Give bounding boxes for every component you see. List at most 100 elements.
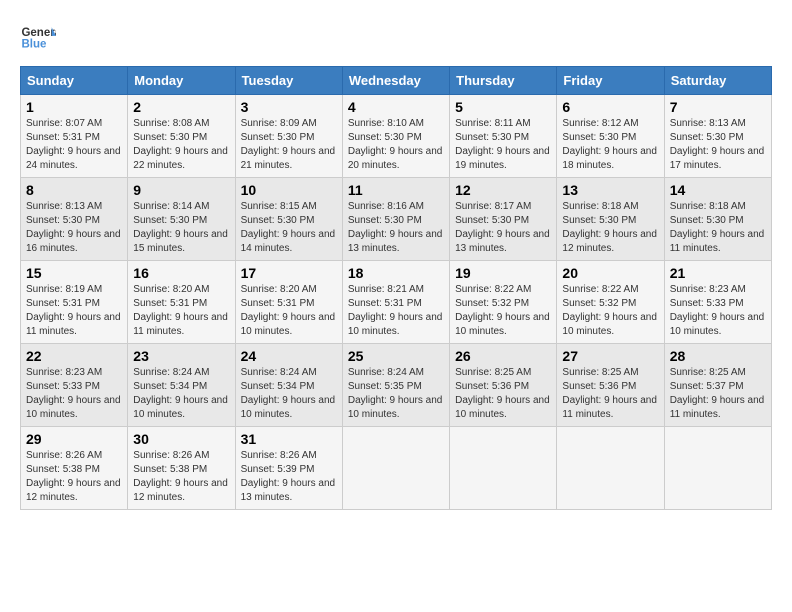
calendar-cell: 9 Sunrise: 8:14 AMSunset: 5:30 PMDayligh… bbox=[128, 178, 235, 261]
calendar-cell: 18 Sunrise: 8:21 AMSunset: 5:31 PMDaylig… bbox=[342, 261, 449, 344]
calendar-cell: 27 Sunrise: 8:25 AMSunset: 5:36 PMDaylig… bbox=[557, 344, 664, 427]
calendar-cell: 31 Sunrise: 8:26 AMSunset: 5:39 PMDaylig… bbox=[235, 427, 342, 510]
week-row-1: 8 Sunrise: 8:13 AMSunset: 5:30 PMDayligh… bbox=[21, 178, 772, 261]
week-row-2: 15 Sunrise: 8:19 AMSunset: 5:31 PMDaylig… bbox=[21, 261, 772, 344]
day-number: 5 bbox=[455, 99, 551, 115]
day-number: 30 bbox=[133, 431, 229, 447]
day-info: Sunrise: 8:07 AMSunset: 5:31 PMDaylight:… bbox=[26, 118, 121, 171]
day-info: Sunrise: 8:18 AMSunset: 5:30 PMDaylight:… bbox=[670, 201, 765, 254]
page-header: General Blue bbox=[20, 20, 772, 56]
weekday-header-monday: Monday bbox=[128, 67, 235, 95]
day-number: 21 bbox=[670, 265, 766, 281]
day-info: Sunrise: 8:25 AMSunset: 5:36 PMDaylight:… bbox=[562, 367, 657, 420]
calendar-cell: 25 Sunrise: 8:24 AMSunset: 5:35 PMDaylig… bbox=[342, 344, 449, 427]
day-number: 16 bbox=[133, 265, 229, 281]
calendar-cell: 28 Sunrise: 8:25 AMSunset: 5:37 PMDaylig… bbox=[664, 344, 771, 427]
day-info: Sunrise: 8:23 AMSunset: 5:33 PMDaylight:… bbox=[26, 367, 121, 420]
calendar-cell: 12 Sunrise: 8:17 AMSunset: 5:30 PMDaylig… bbox=[450, 178, 557, 261]
calendar-cell: 10 Sunrise: 8:15 AMSunset: 5:30 PMDaylig… bbox=[235, 178, 342, 261]
day-info: Sunrise: 8:22 AMSunset: 5:32 PMDaylight:… bbox=[455, 284, 550, 337]
day-info: Sunrise: 8:21 AMSunset: 5:31 PMDaylight:… bbox=[348, 284, 443, 337]
weekday-header-sunday: Sunday bbox=[21, 67, 128, 95]
day-number: 2 bbox=[133, 99, 229, 115]
week-row-3: 22 Sunrise: 8:23 AMSunset: 5:33 PMDaylig… bbox=[21, 344, 772, 427]
calendar-cell: 16 Sunrise: 8:20 AMSunset: 5:31 PMDaylig… bbox=[128, 261, 235, 344]
day-info: Sunrise: 8:14 AMSunset: 5:30 PMDaylight:… bbox=[133, 201, 228, 254]
weekday-header-thursday: Thursday bbox=[450, 67, 557, 95]
day-info: Sunrise: 8:08 AMSunset: 5:30 PMDaylight:… bbox=[133, 118, 228, 171]
day-number: 15 bbox=[26, 265, 122, 281]
day-info: Sunrise: 8:20 AMSunset: 5:31 PMDaylight:… bbox=[241, 284, 336, 337]
weekday-header-saturday: Saturday bbox=[664, 67, 771, 95]
calendar-cell: 3 Sunrise: 8:09 AMSunset: 5:30 PMDayligh… bbox=[235, 95, 342, 178]
calendar-cell: 8 Sunrise: 8:13 AMSunset: 5:30 PMDayligh… bbox=[21, 178, 128, 261]
day-info: Sunrise: 8:17 AMSunset: 5:30 PMDaylight:… bbox=[455, 201, 550, 254]
calendar-cell: 21 Sunrise: 8:23 AMSunset: 5:33 PMDaylig… bbox=[664, 261, 771, 344]
day-info: Sunrise: 8:11 AMSunset: 5:30 PMDaylight:… bbox=[455, 118, 550, 171]
day-info: Sunrise: 8:19 AMSunset: 5:31 PMDaylight:… bbox=[26, 284, 121, 337]
day-number: 18 bbox=[348, 265, 444, 281]
calendar-cell: 20 Sunrise: 8:22 AMSunset: 5:32 PMDaylig… bbox=[557, 261, 664, 344]
calendar-cell: 15 Sunrise: 8:19 AMSunset: 5:31 PMDaylig… bbox=[21, 261, 128, 344]
day-info: Sunrise: 8:24 AMSunset: 5:34 PMDaylight:… bbox=[133, 367, 228, 420]
day-number: 25 bbox=[348, 348, 444, 364]
calendar-cell: 7 Sunrise: 8:13 AMSunset: 5:30 PMDayligh… bbox=[664, 95, 771, 178]
weekday-header-wednesday: Wednesday bbox=[342, 67, 449, 95]
day-info: Sunrise: 8:22 AMSunset: 5:32 PMDaylight:… bbox=[562, 284, 657, 337]
day-number: 28 bbox=[670, 348, 766, 364]
day-number: 1 bbox=[26, 99, 122, 115]
day-number: 11 bbox=[348, 182, 444, 198]
day-number: 31 bbox=[241, 431, 337, 447]
day-info: Sunrise: 8:24 AMSunset: 5:35 PMDaylight:… bbox=[348, 367, 443, 420]
calendar-cell bbox=[557, 427, 664, 510]
day-number: 7 bbox=[670, 99, 766, 115]
day-number: 19 bbox=[455, 265, 551, 281]
day-info: Sunrise: 8:26 AMSunset: 5:38 PMDaylight:… bbox=[26, 450, 121, 503]
calendar-cell: 2 Sunrise: 8:08 AMSunset: 5:30 PMDayligh… bbox=[128, 95, 235, 178]
calendar-cell: 13 Sunrise: 8:18 AMSunset: 5:30 PMDaylig… bbox=[557, 178, 664, 261]
day-info: Sunrise: 8:12 AMSunset: 5:30 PMDaylight:… bbox=[562, 118, 657, 171]
calendar-cell: 5 Sunrise: 8:11 AMSunset: 5:30 PMDayligh… bbox=[450, 95, 557, 178]
logo-icon: General Blue bbox=[20, 20, 56, 56]
calendar-cell: 22 Sunrise: 8:23 AMSunset: 5:33 PMDaylig… bbox=[21, 344, 128, 427]
day-info: Sunrise: 8:25 AMSunset: 5:36 PMDaylight:… bbox=[455, 367, 550, 420]
day-info: Sunrise: 8:13 AMSunset: 5:30 PMDaylight:… bbox=[670, 118, 765, 171]
week-row-4: 29 Sunrise: 8:26 AMSunset: 5:38 PMDaylig… bbox=[21, 427, 772, 510]
calendar-cell: 29 Sunrise: 8:26 AMSunset: 5:38 PMDaylig… bbox=[21, 427, 128, 510]
day-number: 3 bbox=[241, 99, 337, 115]
day-info: Sunrise: 8:13 AMSunset: 5:30 PMDaylight:… bbox=[26, 201, 121, 254]
day-info: Sunrise: 8:23 AMSunset: 5:33 PMDaylight:… bbox=[670, 284, 765, 337]
calendar-cell: 24 Sunrise: 8:24 AMSunset: 5:34 PMDaylig… bbox=[235, 344, 342, 427]
day-info: Sunrise: 8:26 AMSunset: 5:38 PMDaylight:… bbox=[133, 450, 228, 503]
day-number: 20 bbox=[562, 265, 658, 281]
calendar-cell: 23 Sunrise: 8:24 AMSunset: 5:34 PMDaylig… bbox=[128, 344, 235, 427]
day-number: 26 bbox=[455, 348, 551, 364]
day-number: 12 bbox=[455, 182, 551, 198]
calendar-table: SundayMondayTuesdayWednesdayThursdayFrid… bbox=[20, 66, 772, 510]
day-number: 13 bbox=[562, 182, 658, 198]
day-number: 24 bbox=[241, 348, 337, 364]
calendar-cell: 19 Sunrise: 8:22 AMSunset: 5:32 PMDaylig… bbox=[450, 261, 557, 344]
day-number: 8 bbox=[26, 182, 122, 198]
logo: General Blue bbox=[20, 20, 56, 56]
svg-text:General: General bbox=[21, 27, 56, 39]
calendar-cell: 17 Sunrise: 8:20 AMSunset: 5:31 PMDaylig… bbox=[235, 261, 342, 344]
day-number: 17 bbox=[241, 265, 337, 281]
day-number: 29 bbox=[26, 431, 122, 447]
day-number: 9 bbox=[133, 182, 229, 198]
day-info: Sunrise: 8:16 AMSunset: 5:30 PMDaylight:… bbox=[348, 201, 443, 254]
calendar-cell: 14 Sunrise: 8:18 AMSunset: 5:30 PMDaylig… bbox=[664, 178, 771, 261]
day-info: Sunrise: 8:25 AMSunset: 5:37 PMDaylight:… bbox=[670, 367, 765, 420]
day-number: 27 bbox=[562, 348, 658, 364]
calendar-cell: 1 Sunrise: 8:07 AMSunset: 5:31 PMDayligh… bbox=[21, 95, 128, 178]
day-number: 10 bbox=[241, 182, 337, 198]
day-info: Sunrise: 8:20 AMSunset: 5:31 PMDaylight:… bbox=[133, 284, 228, 337]
day-info: Sunrise: 8:24 AMSunset: 5:34 PMDaylight:… bbox=[241, 367, 336, 420]
day-info: Sunrise: 8:15 AMSunset: 5:30 PMDaylight:… bbox=[241, 201, 336, 254]
calendar-cell: 26 Sunrise: 8:25 AMSunset: 5:36 PMDaylig… bbox=[450, 344, 557, 427]
calendar-cell: 30 Sunrise: 8:26 AMSunset: 5:38 PMDaylig… bbox=[128, 427, 235, 510]
calendar-cell bbox=[342, 427, 449, 510]
day-number: 6 bbox=[562, 99, 658, 115]
svg-text:Blue: Blue bbox=[21, 38, 47, 50]
day-number: 22 bbox=[26, 348, 122, 364]
